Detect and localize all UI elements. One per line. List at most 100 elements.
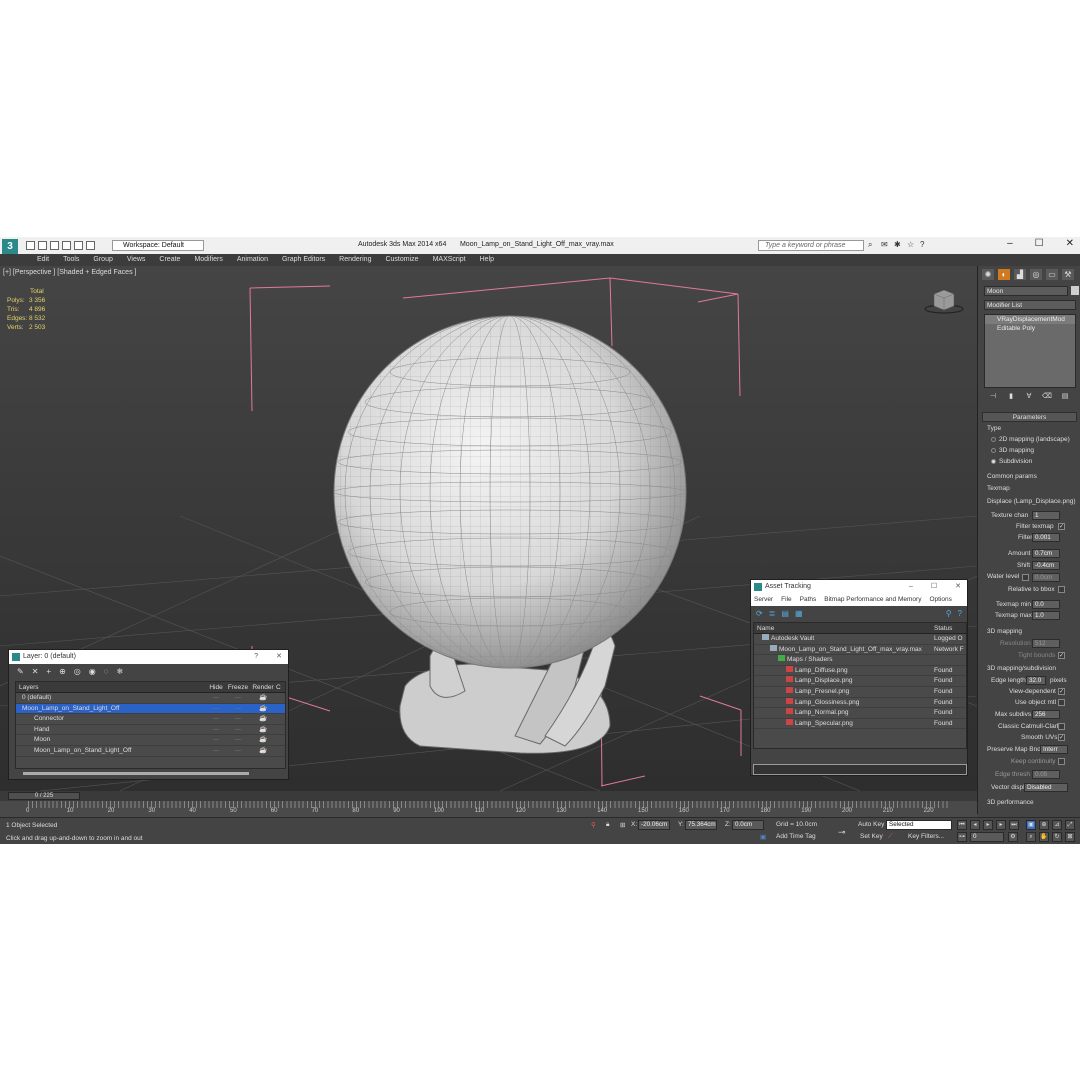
shift-input[interactable]: -0.4cm — [1032, 561, 1060, 570]
refresh-icon[interactable]: ⟳ — [756, 609, 763, 618]
edge-length-input[interactable]: 32.0 — [1026, 676, 1046, 685]
play-button[interactable]: ▸ — [983, 820, 993, 830]
zoom-all-button[interactable]: ⊕ — [1039, 820, 1049, 830]
layer-row[interactable]: Moon_Lamp_on_Stand_Light_Off — — ☕ — [16, 703, 285, 715]
water-level-input[interactable]: 0.0cm — [1032, 573, 1060, 582]
key-selection-dropdown[interactable]: Selected — [886, 820, 952, 830]
col-hide[interactable]: Hide — [206, 682, 226, 692]
perspective-viewport[interactable]: [+] [Perspective ] [Shaded + Edged Faces… — [0, 266, 977, 791]
use-object-mtl-checkbox[interactable] — [1058, 699, 1065, 706]
menu-tools[interactable]: Tools — [56, 254, 86, 266]
field-of-view-button[interactable]: ⊿ — [1052, 820, 1062, 830]
workspace-dropdown[interactable]: Workspace: Default — [112, 240, 204, 251]
project-folder-icon[interactable] — [86, 241, 95, 250]
amount-input[interactable]: 0.7cm — [1032, 549, 1060, 558]
radio-3d-mapping[interactable]: 3D mapping — [991, 447, 1034, 454]
texmap-min-input[interactable]: 0.0 — [1032, 600, 1060, 609]
freeze-toggle[interactable]: — — [226, 714, 250, 724]
search-input[interactable]: Type a keyword or phrase — [758, 240, 864, 251]
key-filters-button[interactable]: Key Filters... — [908, 833, 944, 840]
minimize-button[interactable]: – — [909, 580, 913, 594]
radio-2d-mapping[interactable]: 2D mapping (landscape) — [991, 436, 1070, 443]
time-tag-icon[interactable]: ▣ — [760, 833, 766, 841]
asset-row[interactable]: Lamp_Normal.png Found — [754, 708, 966, 719]
texmap-max-input[interactable]: 1.0 — [1032, 611, 1060, 620]
hide-toggle[interactable]: — — [206, 746, 226, 756]
asset-menu-paths[interactable]: Paths — [800, 594, 817, 606]
menu-graph-editors[interactable]: Graph Editors — [275, 254, 332, 266]
texture-chan-input[interactable]: 1 — [1032, 511, 1060, 520]
current-frame-input[interactable]: 0 — [970, 832, 1004, 842]
menu-create[interactable]: Create — [152, 254, 187, 266]
col-status[interactable]: Status — [934, 623, 966, 633]
water-level-checkbox[interactable] — [1022, 574, 1029, 581]
hierarchy-tab-icon[interactable]: ▟ — [1014, 269, 1026, 280]
asset-row[interactable]: Moon_Lamp_on_Stand_Light_Off_max_vray.ma… — [754, 644, 966, 656]
motion-tab-icon[interactable]: ◎ — [1030, 269, 1042, 280]
redo-icon[interactable] — [74, 241, 83, 250]
modify-tab-icon[interactable]: ◐ — [998, 269, 1010, 280]
freeze-toggle[interactable]: — — [226, 725, 250, 735]
close-button[interactable]: ✕ — [1066, 238, 1074, 249]
moon-sphere[interactable] — [333, 315, 687, 669]
selection-lock-icon[interactable]: 🔒︎ — [606, 821, 609, 829]
smooth-uvs-checkbox[interactable]: ✓ — [1058, 734, 1065, 741]
time-slider-thumb[interactable]: 0 / 225 — [8, 792, 80, 800]
utilities-tab-icon[interactable]: ⚒ — [1062, 269, 1074, 280]
filter-blur-input[interactable]: 0.001 — [1032, 533, 1060, 542]
modifier-list-dropdown[interactable]: Modifier List — [984, 300, 1076, 310]
asset-row[interactable]: Maps / Shaders — [754, 655, 966, 666]
app-logo-icon[interactable]: 3 — [2, 239, 18, 255]
object-color-swatch[interactable] — [1071, 286, 1079, 295]
help-icon[interactable]: ? — [958, 609, 962, 618]
col-c[interactable]: C — [276, 682, 284, 692]
grid-view-icon[interactable]: ▦ — [795, 609, 803, 618]
viewport-label[interactable]: [+] [Perspective ] [Shaded + Edged Faces… — [3, 269, 136, 276]
goto-end-button[interactable]: ⏭ — [1009, 820, 1019, 830]
layer-row[interactable]: Moon — — ☕ — [16, 735, 285, 746]
asset-menu-bitmap[interactable]: Bitmap Performance and Memory — [824, 594, 921, 606]
stack-item-editable-poly[interactable]: Editable Poly — [985, 324, 1075, 333]
asset-row[interactable]: Lamp_Displace.png Found — [754, 676, 966, 687]
time-slider[interactable]: 0 / 225 — [0, 791, 977, 801]
freeze-toggle[interactable]: — — [226, 735, 250, 745]
menu-animation[interactable]: Animation — [230, 254, 275, 266]
x-coordinate-input[interactable]: -20.06cm — [638, 820, 670, 830]
track-bar[interactable]: 0 10 20 30 40 50 60 70 80 90 100 110 120 130 140 150 160… — [0, 801, 977, 817]
resolution-input[interactable]: 512 — [1032, 639, 1060, 648]
menu-maxscript[interactable]: MAXScript — [426, 254, 473, 266]
radio-subdivision[interactable]: Subdivision — [991, 458, 1032, 465]
pin-icon[interactable]: ⚲ — [946, 609, 952, 618]
zoom-button[interactable]: ⌕ — [1026, 832, 1036, 842]
freeze-toggle[interactable]: — — [226, 693, 250, 703]
maximize-button[interactable]: ☐ — [931, 580, 937, 594]
hide-toggle[interactable]: — — [206, 693, 226, 703]
lock-icon[interactable]: ⚲ — [591, 821, 596, 829]
filter-texmap-checkbox[interactable]: ✓ — [1058, 523, 1065, 530]
render-teapot-icon[interactable]: ☕ — [250, 704, 276, 714]
menu-customize[interactable]: Customize — [378, 254, 425, 266]
menu-group[interactable]: Group — [86, 254, 119, 266]
layer-row[interactable]: 0 (default) — — ☕ — [16, 693, 285, 704]
help-button[interactable]: ? — [254, 650, 258, 664]
key-mode-button[interactable]: ⊶ — [957, 832, 967, 842]
set-key-button[interactable]: Set Key — [860, 833, 883, 840]
max-subdivs-input[interactable]: 256 — [1032, 710, 1060, 719]
maximize-toggle-button[interactable]: ⊠ — [1065, 832, 1075, 842]
classic-catmull-checkbox[interactable] — [1058, 723, 1065, 730]
object-name-input[interactable]: Moon — [984, 286, 1068, 296]
menu-views[interactable]: Views — [120, 254, 153, 266]
asset-dialog-titlebar[interactable]: Asset Tracking – ☐ ✕ — [751, 580, 967, 594]
vector-displ-dropdown[interactable]: Disabled — [1024, 783, 1068, 792]
y-coordinate-input[interactable]: 75.364cm — [685, 820, 717, 830]
asset-menu-options[interactable]: Options — [929, 594, 951, 606]
create-tab-icon[interactable]: ✺ — [982, 269, 994, 280]
freeze-all-icon[interactable]: ❄ — [117, 667, 124, 677]
binoculars-icon[interactable]: ⌕ — [868, 240, 877, 249]
view-dependent-checkbox[interactable]: ✓ — [1058, 688, 1065, 695]
menu-help[interactable]: Help — [473, 254, 501, 266]
absolute-mode-icon[interactable]: ⊞ — [620, 821, 625, 829]
open-file-icon[interactable] — [38, 241, 47, 250]
viewcube-icon[interactable] — [924, 288, 964, 314]
pin-stack-icon[interactable]: ⊣ — [988, 392, 998, 401]
